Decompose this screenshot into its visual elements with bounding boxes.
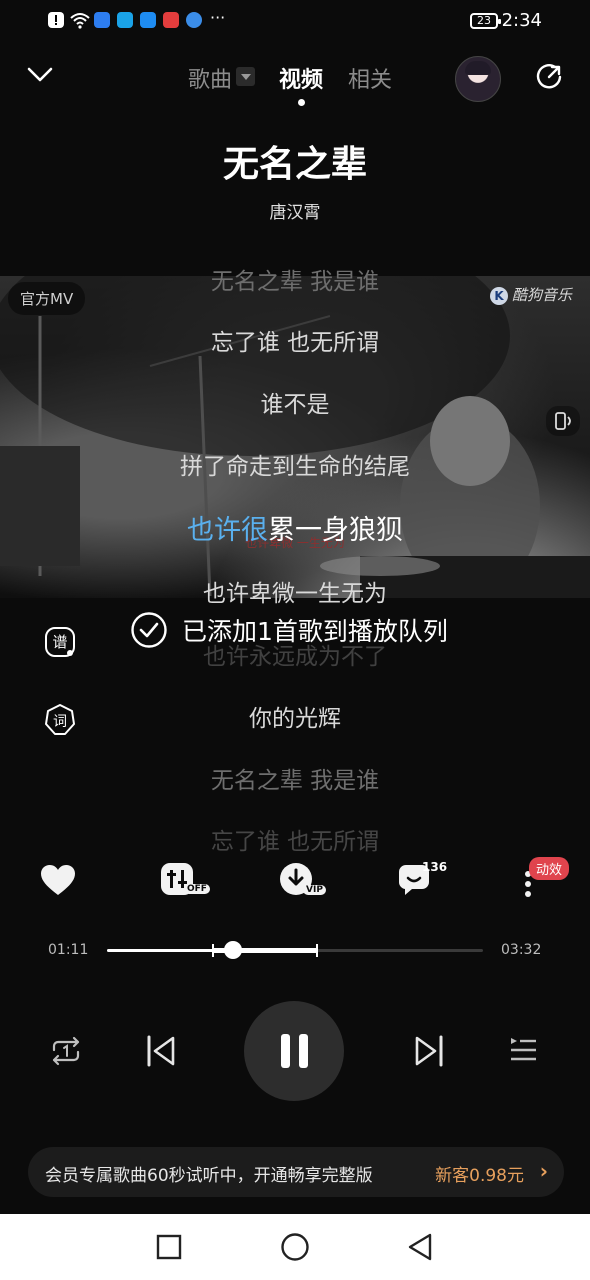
system-nav-bar	[0, 1214, 590, 1280]
browser-app-icon	[186, 12, 202, 28]
tab-related[interactable]: 相关	[348, 62, 392, 94]
progress-knob[interactable]	[223, 941, 242, 959]
book-app-icon	[163, 12, 179, 28]
wifi-icon	[70, 13, 90, 29]
pause-button[interactable]	[244, 1001, 344, 1101]
progress-bar[interactable]	[107, 941, 483, 959]
battery-icon: 23	[470, 13, 501, 29]
promo-cta[interactable]: 新客0.98元	[435, 1161, 524, 1186]
chevron-right-icon: ›	[539, 1159, 548, 1183]
toast-text: 已添加1首歌到播放队列	[182, 617, 448, 646]
lyric-unsung-part: 累一身狼狈	[268, 515, 403, 546]
active-tab-indicator	[298, 99, 305, 106]
lyric-line[interactable]: 忘了谁 也无所谓	[0, 822, 590, 856]
clock: 2:34	[501, 10, 542, 31]
lyric-line[interactable]: 忘了谁 也无所谓	[0, 323, 590, 357]
lyric-sung-part: 也许很	[187, 515, 268, 546]
download-vip-badge: VIP	[303, 885, 326, 895]
effect-badge: 动效	[529, 857, 570, 880]
tab-video[interactable]: 视频	[279, 62, 323, 94]
song-title: 无名之辈	[222, 144, 367, 185]
tab-songs[interactable]: 歌曲	[188, 62, 232, 94]
lyrics-label: 词	[53, 714, 67, 730]
playlist-icon[interactable]	[509, 1036, 537, 1064]
lyric-line[interactable]: 无名之辈 我是谁	[0, 262, 590, 296]
eq-off-badge: OFF	[184, 884, 210, 894]
vip-promo-banner[interactable]: 会员专属歌曲60秒试听中，开通畅享完整版 新客0.98元 ›	[28, 1147, 564, 1197]
collapse-chevron-icon[interactable]	[27, 66, 53, 84]
sound-effect-button[interactable]: OFF	[158, 858, 212, 904]
artist-name[interactable]: 唐汉霄	[0, 198, 590, 223]
share-icon[interactable]	[535, 63, 563, 91]
chevron-down-icon[interactable]	[236, 67, 255, 86]
lyric-line[interactable]: 你的光辉	[0, 699, 590, 733]
download-button[interactable]: VIP	[277, 858, 331, 904]
trial-segment-start	[212, 944, 215, 957]
heart-icon	[41, 865, 75, 895]
comment-count: 136	[422, 860, 448, 874]
more-notifications: ···	[210, 8, 226, 27]
notification-icon	[48, 12, 64, 28]
toast-message: 已添加1首歌到播放队列	[130, 610, 448, 650]
status-bar: ··· 23 2:34	[0, 0, 590, 44]
lyric-line[interactable]: 也许卑微一生无为	[0, 574, 590, 608]
pause-icon-bar-right	[299, 1034, 308, 1068]
promo-text: 会员专属歌曲60秒试听中，开通畅享完整版	[45, 1166, 373, 1186]
lyrics-button[interactable]: 词	[43, 703, 77, 737]
repeat-one-icon[interactable]	[50, 1036, 82, 1066]
like-button[interactable]	[36, 858, 86, 904]
next-track-icon[interactable]	[414, 1034, 444, 1068]
recent-apps-icon[interactable]	[156, 1234, 182, 1260]
previous-track-icon[interactable]	[146, 1034, 176, 1068]
artist-avatar[interactable]	[455, 56, 501, 102]
pause-icon-bar-left	[281, 1034, 290, 1068]
cloud-app-icon	[140, 12, 156, 28]
sheet-music-button[interactable]: 谱	[43, 625, 77, 659]
search-app-icon	[117, 12, 133, 28]
home-icon[interactable]	[280, 1232, 310, 1262]
sheet-music-label: 谱	[52, 633, 68, 651]
lyric-line[interactable]: 谁不是	[0, 385, 590, 419]
trial-segment-end	[315, 944, 318, 957]
elapsed-time: 01:11	[48, 942, 89, 958]
back-icon[interactable]	[406, 1232, 434, 1262]
lyric-line[interactable]: 无名之辈 我是谁	[0, 761, 590, 795]
app-notification-icon	[94, 12, 110, 28]
lyric-line-current[interactable]: 也许很累一身狼狈	[0, 508, 590, 547]
lyric-line[interactable]: 拼了命走到生命的结尾	[0, 447, 590, 481]
check-circle-icon	[131, 612, 167, 648]
total-duration: 03:32	[501, 942, 542, 958]
